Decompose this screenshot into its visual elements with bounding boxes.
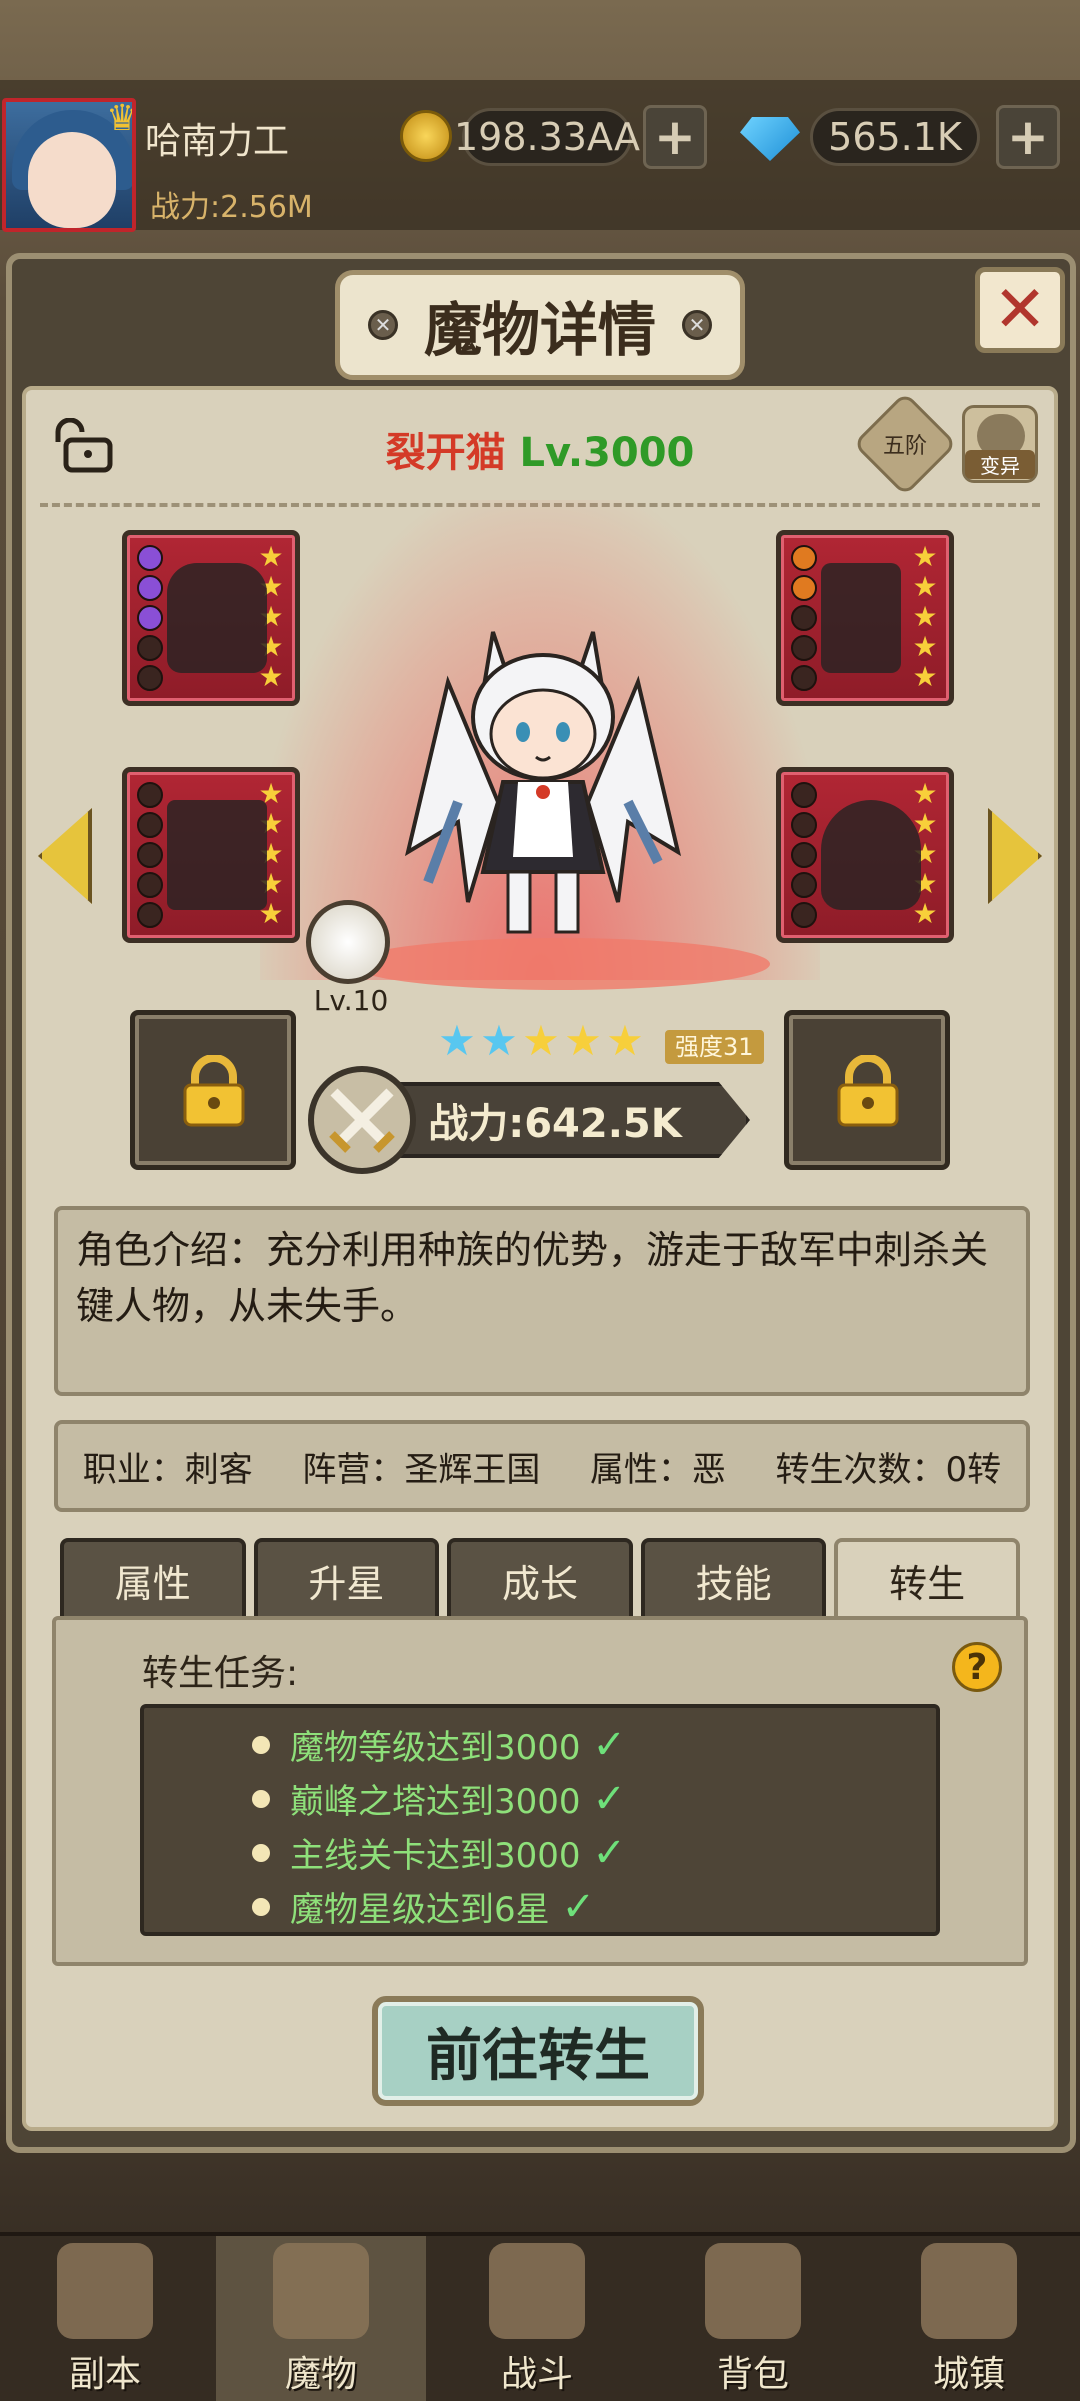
gem-amount: 565.1K bbox=[810, 108, 980, 166]
check-icon: ✓ bbox=[592, 1721, 627, 1768]
bullet-icon bbox=[252, 1735, 270, 1754]
dialog-title-bar: ✕ 魔物详情 ✕ bbox=[335, 270, 745, 380]
add-gold-button[interactable]: + bbox=[643, 105, 707, 169]
equip-weapon-slot[interactable]: ★ ★ ★ ★ ★ bbox=[776, 530, 954, 706]
monster-character bbox=[404, 631, 682, 934]
axe-icon bbox=[821, 563, 901, 673]
star-icon: ★ bbox=[480, 1016, 518, 1065]
bullet-icon bbox=[252, 1789, 270, 1808]
bullet-icon bbox=[252, 1843, 270, 1862]
star-icon: ★ bbox=[522, 1016, 560, 1065]
player-name: 哈南力工 bbox=[145, 121, 290, 162]
crown-icon: ♛ bbox=[106, 98, 136, 139]
equip-boots-slot[interactable]: ★ ★ ★ ★ ★ bbox=[122, 767, 300, 943]
rebirth-task-heading: 转生任务: bbox=[142, 1653, 299, 1694]
equip-helmet-slot[interactable]: ★ ★ ★ ★ ★ bbox=[122, 530, 300, 706]
star-rating: ★ ★ ★ ★ ★ bbox=[436, 1020, 646, 1062]
shop-icon bbox=[921, 2243, 1017, 2339]
tab-attributes[interactable]: 属性 bbox=[60, 1538, 246, 1618]
check-icon: ✓ bbox=[592, 1775, 627, 1822]
nav-label: 背包 bbox=[716, 2354, 789, 2395]
add-gems-button[interactable]: + bbox=[996, 105, 1060, 169]
detail-tabs: 属性 升星 成长 技能 转生 bbox=[60, 1538, 1020, 1618]
task-label: 魔物星级达到6星 bbox=[290, 1890, 550, 1930]
nav-label: 魔物 bbox=[284, 2354, 357, 2395]
nav-town[interactable]: 城镇 bbox=[864, 2236, 1074, 2401]
rank-badge: 五阶 bbox=[882, 434, 927, 459]
armor-icon bbox=[821, 800, 921, 910]
pet-level: Lv.10 bbox=[313, 984, 389, 1017]
boots-icon bbox=[167, 800, 267, 910]
monster-level: Lv.3000 bbox=[519, 430, 695, 476]
nav-label: 战斗 bbox=[500, 2354, 573, 2395]
help-button[interactable]: ? bbox=[952, 1642, 1002, 1692]
close-button[interactable]: ✕ bbox=[975, 267, 1065, 353]
crossed-swords-icon bbox=[308, 1066, 416, 1174]
star-icon: ★ bbox=[438, 1016, 476, 1065]
dialog-title: 魔物详情 bbox=[423, 296, 656, 364]
mutate-button[interactable]: 变异 bbox=[962, 405, 1038, 483]
player-avatar[interactable]: ♛ bbox=[2, 98, 136, 232]
tab-rebirth[interactable]: 转生 bbox=[834, 1538, 1020, 1618]
list-item: 魔物星级达到6星 ✓ bbox=[252, 1882, 595, 1931]
check-icon: ✓ bbox=[561, 1883, 596, 1930]
pet-avatar[interactable] bbox=[306, 900, 390, 984]
list-item: 魔物等级达到3000 ✓ bbox=[252, 1720, 626, 1769]
nav-backpack[interactable]: 背包 bbox=[648, 2236, 858, 2401]
mutate-label: 变异 bbox=[965, 450, 1035, 479]
bullet-icon bbox=[252, 1897, 270, 1916]
rebirth-task-list: 魔物等级达到3000 ✓ 巅峰之塔达到3000 ✓ 主线关卡达到3000 ✓ 魔物星级… bbox=[140, 1704, 940, 1936]
locked-slot-left[interactable] bbox=[130, 1010, 296, 1170]
task-label: 巅峰之塔达到3000 bbox=[290, 1782, 581, 1822]
monster-name: 裂开猫 bbox=[385, 430, 506, 476]
strength-badge: 强度31 bbox=[665, 1030, 764, 1064]
rebirth-count: 转生次数：0转 bbox=[775, 1449, 1002, 1490]
nav-label: 城镇 bbox=[932, 2354, 1005, 2395]
nav-battle[interactable]: 战斗 bbox=[432, 2236, 642, 2401]
tab-growth[interactable]: 成长 bbox=[447, 1538, 633, 1618]
list-item: 巅峰之塔达到3000 ✓ bbox=[252, 1774, 626, 1823]
helmet-icon bbox=[273, 2243, 369, 2339]
nav-monster[interactable]: 魔物 bbox=[216, 2236, 426, 2401]
task-label: 魔物等级达到3000 bbox=[290, 1728, 581, 1768]
tab-star-up[interactable]: 升星 bbox=[253, 1538, 440, 1618]
class-info: 职业：刺客 bbox=[82, 1449, 253, 1490]
monster-info-row: 职业：刺客 阵营：圣辉王国 属性：恶 转生次数：0转 bbox=[54, 1420, 1030, 1512]
helmet-icon bbox=[167, 563, 267, 673]
check-icon: ✓ bbox=[592, 1829, 627, 1876]
player-power: 战力:2.56M bbox=[150, 190, 313, 225]
nav-dungeon[interactable]: 副本 bbox=[0, 2236, 210, 2401]
locked-slot-right[interactable] bbox=[784, 1010, 950, 1170]
star-icon: ★ bbox=[564, 1016, 602, 1065]
nav-label: 副本 bbox=[68, 2354, 141, 2395]
gold-coin-icon bbox=[400, 110, 452, 162]
go-rebirth-button[interactable]: 前往转生 bbox=[372, 1996, 704, 2106]
monster-power: 战力:642.5K bbox=[360, 1082, 750, 1158]
faction-info: 阵营：圣辉王国 bbox=[302, 1449, 541, 1490]
star-icon: ★ bbox=[606, 1016, 644, 1065]
map-icon bbox=[57, 2243, 153, 2339]
attribute-info: 属性：恶 bbox=[589, 1449, 726, 1490]
list-item: 主线关卡达到3000 ✓ bbox=[252, 1828, 626, 1877]
crossed-swords-icon bbox=[489, 2243, 585, 2339]
equip-armor-slot[interactable]: ★ ★ ★ ★ ★ bbox=[776, 767, 954, 943]
padlock-icon bbox=[837, 1055, 899, 1127]
backpack-icon bbox=[705, 2243, 801, 2339]
padlock-icon bbox=[183, 1055, 245, 1127]
monster-description: 角色介绍：充分利用种族的优势，游走于敌军中刺杀关键人物，从未失手。 bbox=[54, 1206, 1030, 1396]
title-ornament-icon: ✕ bbox=[367, 310, 398, 340]
task-label: 主线关卡达到3000 bbox=[290, 1836, 581, 1876]
title-ornament-icon: ✕ bbox=[682, 310, 712, 340]
tab-skills[interactable]: 技能 bbox=[640, 1538, 827, 1618]
gold-amount: 198.33AA bbox=[454, 108, 640, 166]
